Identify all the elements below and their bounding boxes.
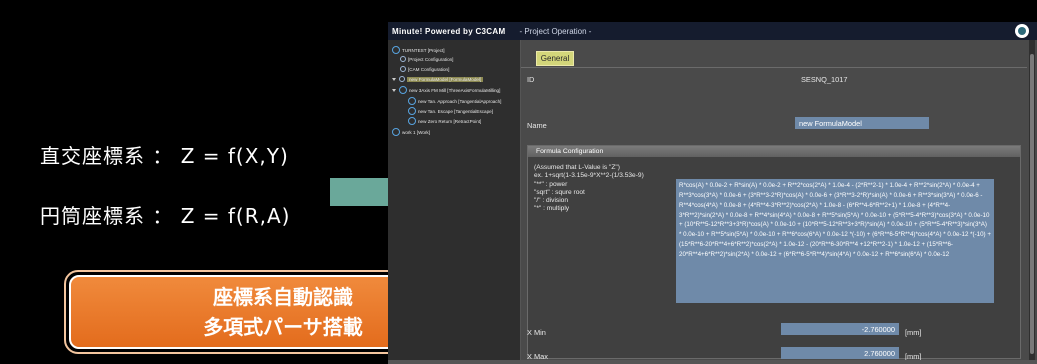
app-title: Minute! Powered by C3CAM	[392, 26, 506, 36]
cartesian-formula: 直交座標系 ： Z = f(X,Y)	[40, 144, 289, 168]
id-value: SESNQ_1017	[801, 75, 848, 84]
id-label: ID	[527, 75, 535, 84]
app-window: Minute! Powered by C3CAM - Project Opera…	[388, 22, 1037, 364]
name-label: Name	[527, 121, 547, 130]
vertical-scrollbar[interactable]	[1029, 40, 1035, 362]
badge-line-2: 多項式パーサ搭載	[203, 315, 363, 339]
formula-input[interactable]: R*cos(A) * 0.0e-2 + R*sin(A) * 0.0e-2 + …	[676, 179, 994, 303]
work-icon	[392, 128, 400, 136]
app-logo-icon[interactable]	[1015, 24, 1029, 38]
tree-item-project[interactable]: TURNTEST [Project]	[392, 46, 445, 54]
project-tree: TURNTEST [Project] [Project Configuratio…	[388, 40, 521, 364]
tree-item-mill[interactable]: new 3Axis FM Mill [ThreeAxisFormulaMilli…	[392, 86, 500, 94]
formula-help-text: (Assumed that L-Value is "Z") ex. 1+sqrt…	[534, 164, 644, 213]
horizontal-scrollbar[interactable]	[388, 360, 1037, 364]
config-icon	[400, 66, 406, 72]
project-icon	[392, 46, 400, 54]
title-bar: Minute! Powered by C3CAM - Project Opera…	[388, 22, 1037, 40]
xmin-unit: [mm]	[905, 328, 922, 337]
tree-item-escape[interactable]: new Tan. Escape [TangentialEscape]	[408, 107, 493, 115]
formula-configuration-title: Formula Configuration	[528, 146, 1020, 157]
badge-line-1: 座標系自動認識	[213, 285, 353, 309]
tab-divider	[521, 67, 1027, 68]
tree-item-cam-config[interactable]: [CAM Configuration]	[400, 66, 449, 72]
properties-panel: General ID SESNQ_1017 Name new FormulaMo…	[521, 40, 1037, 364]
name-field[interactable]: new FormulaModel	[795, 117, 929, 129]
check-icon	[399, 86, 407, 94]
scrollbar-thumb[interactable]	[1030, 54, 1034, 354]
xmin-label: X Min	[527, 328, 546, 337]
cylindrical-formula: 円筒座標系 ： Z = f(R,A)	[40, 204, 291, 228]
expand-icon[interactable]	[392, 77, 396, 81]
xmax-field[interactable]: 2.760000	[781, 347, 899, 359]
check-icon	[408, 107, 416, 115]
xmin-field[interactable]: -2.760000	[781, 323, 899, 335]
model-icon	[399, 76, 405, 82]
tree-item-work[interactable]: work 1 [Work]	[392, 128, 430, 136]
tab-general[interactable]: General	[536, 51, 574, 66]
check-icon	[408, 97, 416, 105]
tree-item-formula-model[interactable]: new FormulaModel [FormulaModel]	[392, 76, 484, 82]
expand-icon[interactable]	[392, 88, 396, 92]
config-icon	[400, 56, 406, 62]
formula-configuration-group: Formula Configuration (Assumed that L-Va…	[527, 145, 1021, 359]
tree-item-zero-return[interactable]: new Zero Return [RetractPoint]	[408, 117, 481, 125]
tree-item-project-config[interactable]: [Project Configuration]	[400, 56, 453, 62]
check-icon	[408, 117, 416, 125]
app-subtitle: - Project Operation -	[519, 26, 592, 36]
tree-item-approach[interactable]: new Tan. Approach [TangentialApproach]	[408, 97, 501, 105]
